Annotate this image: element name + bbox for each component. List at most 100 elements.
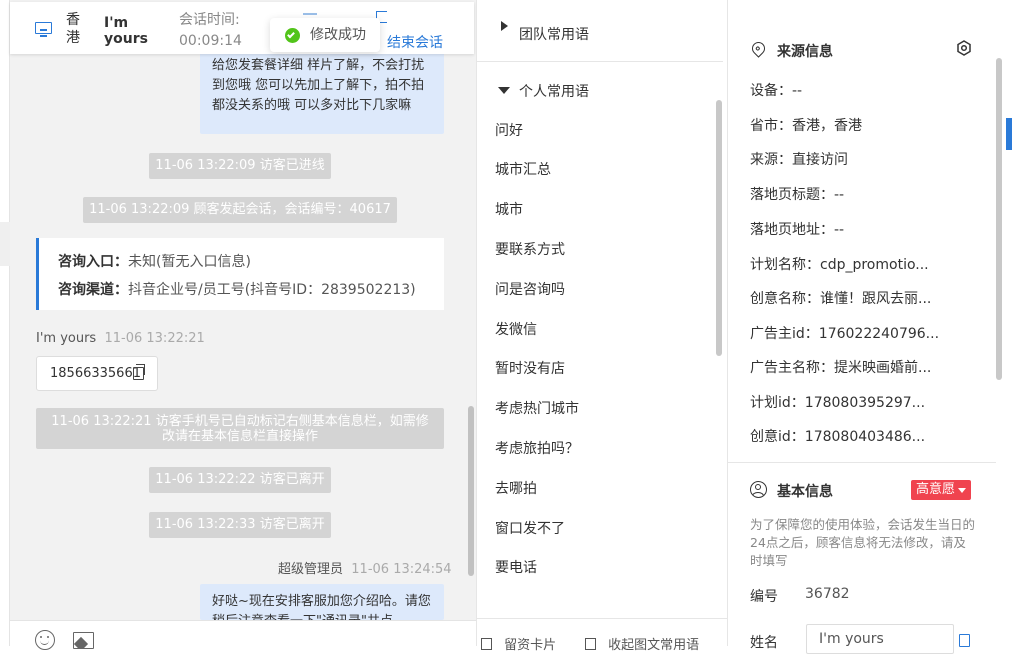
image-icon[interactable] [73, 632, 94, 649]
agent-meta: 超级管理员 11-06 13:24:54 [278, 558, 452, 577]
edge-accent [1006, 118, 1012, 150]
phrase-item[interactable]: 要电话 [495, 557, 537, 577]
phrase-item[interactable]: 问好 [495, 120, 523, 140]
row-value: -- [834, 222, 845, 238]
agent-time: 11-06 13:24:54 [351, 562, 452, 577]
phrase-item[interactable]: 要联系方式 [495, 239, 565, 259]
phrase-item[interactable]: 窗口发不了 [495, 518, 565, 538]
visitor-message[interactable]: 18566335661 [36, 356, 158, 391]
visitor-name-line2: yours [104, 31, 148, 47]
personal-phrases-label: 个人常用语 [519, 84, 589, 100]
row-label: 设备： [750, 83, 792, 99]
divider [477, 61, 723, 62]
message-bubble-agent: 好哒~现在安排客服加您介绍哈。请您稍后注意查看一下"通讯录"共点 [200, 584, 444, 620]
entry-row: 咨询入口：未知(暂无入口信息) [58, 251, 251, 271]
card-button[interactable]: 留资卡片 [481, 634, 556, 653]
phrase-item[interactable]: 暂时没有店 [495, 358, 565, 378]
phrase-item[interactable]: 城市汇总 [495, 159, 551, 179]
source-row: 落地页地址：-- [750, 219, 844, 239]
phrase-item[interactable]: 发微信 [495, 319, 537, 339]
source-row: 广告主名称：提米映画婚前... [750, 357, 931, 377]
row-label: 落地页地址： [750, 222, 834, 238]
chat-input-toolbar [10, 620, 476, 650]
source-row: 省市：香港，香港 [750, 115, 862, 135]
row-value: 谁懂！跟风去丽... [820, 291, 932, 307]
success-toast: 修改成功 [270, 18, 380, 52]
team-phrases-header[interactable]: 团队常用语 [477, 14, 727, 54]
row-value: 直接访问 [792, 152, 848, 168]
divider [477, 618, 727, 619]
visitor-meta: I'm yours 11-06 13:22:21 [36, 331, 205, 346]
system-message: 11-06 13:22:22 访客已离开 [149, 467, 331, 493]
row-label: 广告主id： [750, 326, 819, 342]
visitor-name-header: I'm yours [104, 15, 148, 47]
entry-value: 未知(暂无入口信息) [128, 254, 251, 270]
row-value: 提米映画婚前... [834, 360, 932, 376]
end-session-button[interactable]: 结束会话 [387, 32, 443, 52]
caret-down-icon [958, 488, 967, 493]
number-value: 36782 [805, 586, 850, 602]
row-label: 来源： [750, 152, 792, 168]
name-field[interactable]: I'm yours [806, 624, 954, 654]
info-scrollbar[interactable] [996, 58, 1002, 380]
check-circle-icon [285, 28, 300, 43]
phrase-item[interactable]: 考虑热门城市 [495, 398, 579, 418]
row-value: 178080395297... [804, 395, 926, 411]
visitor-time: 11-06 13:22:21 [104, 331, 205, 346]
phrase-item[interactable]: 考虑旅拍吗？ [495, 438, 579, 458]
intent-badge-label: 高意愿 [916, 482, 956, 497]
phrases-panel: 团队常用语 个人常用语 问好 城市汇总 城市 要联系方式 问是咨询吗 发微信 暂… [476, 0, 728, 653]
visitor-phone: 18566335661 [50, 366, 141, 381]
chat-header: 香港 I'm yours 会话时间: 00:09:14 结束会话 [10, 2, 474, 54]
row-label: 省市： [750, 118, 792, 134]
edit-notice: 为了保障您的使用体验，会话发生当日的24点之后，顾客信息将无法修改，请及时填写 [750, 517, 976, 568]
copy-icon[interactable] [133, 364, 145, 380]
team-phrases-label: 团队常用语 [519, 27, 589, 43]
session-time-value: 00:09:14 [179, 33, 242, 49]
intent-badge[interactable]: 高意愿 [911, 480, 972, 500]
entry-label: 咨询入口： [58, 254, 128, 270]
visitor-name-line1: I'm [104, 15, 129, 31]
chat-scrollbar[interactable] [468, 406, 474, 576]
settings-icon[interactable] [956, 40, 972, 56]
row-value: 香港，香港 [792, 118, 862, 134]
monitor-icon [35, 22, 52, 37]
row-label: 计划id： [750, 395, 805, 411]
phrase-item[interactable]: 去哪拍 [495, 478, 537, 498]
location-line1: 香 [66, 12, 80, 28]
emoji-icon[interactable] [35, 630, 55, 650]
visitor-name: I'm yours [36, 331, 97, 346]
toast-text: 修改成功 [310, 27, 366, 43]
source-row: 设备：-- [750, 80, 802, 100]
phrase-item[interactable]: 问是咨询吗 [495, 279, 565, 299]
left-nav-strip [0, 0, 10, 646]
system-message: 11-06 13:22:09 访客已进线 [149, 153, 331, 179]
session-time: 会话时间: 00:09:14 [179, 11, 242, 50]
copy-icon[interactable] [959, 634, 970, 647]
collapse-icon [585, 638, 596, 650]
source-row: 计划名称：cdp_promotio... [750, 254, 929, 274]
row-label: 落地页标题： [750, 187, 834, 203]
system-message: 11-06 13:22:09 顾客发起会话，会话编号：40617 [83, 197, 397, 223]
source-row: 计划id：178080395297... [750, 392, 925, 412]
phrase-item[interactable]: 城市 [495, 199, 523, 219]
source-row: 落地页标题：-- [750, 184, 844, 204]
collapse-phrases-button[interactable]: 收起图文常用语 [585, 634, 699, 653]
number-label: 编号 [750, 589, 778, 605]
source-row: 创意id：178080403486... [750, 426, 925, 446]
personal-phrases-header[interactable]: 个人常用语 [477, 74, 727, 108]
source-row: 来源：直接访问 [750, 149, 848, 169]
agent-name: 超级管理员 [278, 562, 344, 577]
channel-row: 咨询渠道：抖音企业号/员工号(抖音号ID：2839502213) [58, 279, 416, 299]
row-value: -- [792, 83, 803, 99]
entry-info-card: 咨询入口：未知(暂无入口信息) 咨询渠道：抖音企业号/员工号(抖音号ID：283… [36, 238, 444, 310]
name-label: 姓名 [750, 635, 778, 651]
row-value: -- [834, 187, 845, 203]
source-row: 广告主id：176022240796... [750, 323, 939, 343]
row-value: 178080403486... [804, 429, 926, 445]
message-bubble-agent: 给您发套餐详细 样片了解，不会打扰到您哦 您可以先加上了解下，拍不拍都没关系的哦… [200, 46, 444, 134]
phrases-scrollbar[interactable] [716, 100, 722, 356]
location-line2: 港 [66, 30, 80, 46]
channel-label: 咨询渠道： [58, 282, 128, 298]
location-pin-icon [749, 39, 768, 58]
